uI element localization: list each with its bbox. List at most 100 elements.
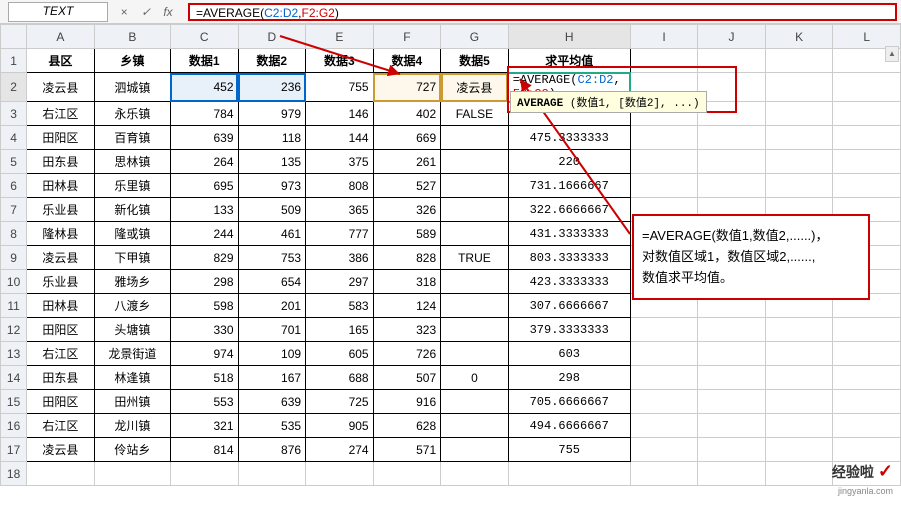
cell[interactable] [441, 414, 509, 438]
row-header[interactable]: 15 [1, 390, 27, 414]
col-header-G[interactable]: G [441, 25, 509, 49]
cell[interactable]: 973 [238, 174, 306, 198]
cell[interactable]: 伶站乡 [94, 438, 170, 462]
cell[interactable]: 321 [170, 414, 238, 438]
cell[interactable]: 林逢镇 [94, 366, 170, 390]
cell[interactable]: 乐业县 [27, 198, 95, 222]
avg-cell[interactable]: 379.3333333 [508, 318, 630, 342]
cell[interactable]: 雅场乡 [94, 270, 170, 294]
cell[interactable]: FALSE [441, 102, 509, 126]
fx-icon[interactable]: fx [160, 5, 176, 19]
cell[interactable]: 龙川镇 [94, 414, 170, 438]
cell[interactable]: 274 [306, 438, 374, 462]
cell[interactable] [765, 73, 833, 102]
col-header-D[interactable]: D [238, 25, 306, 49]
row-header[interactable]: 8 [1, 222, 27, 246]
cell[interactable]: 田东县 [27, 150, 95, 174]
col-header-L[interactable]: L [833, 25, 901, 49]
cell[interactable]: 639 [238, 390, 306, 414]
cell[interactable] [630, 150, 698, 174]
cell[interactable]: 244 [170, 222, 238, 246]
row-header[interactable]: 7 [1, 198, 27, 222]
cell[interactable] [238, 462, 306, 486]
cell[interactable]: 583 [306, 294, 374, 318]
cell[interactable]: 589 [373, 222, 441, 246]
cell[interactable]: 109 [238, 342, 306, 366]
cell[interactable]: 田阳区 [27, 126, 95, 150]
cell[interactable] [441, 438, 509, 462]
cell[interactable]: 323 [373, 318, 441, 342]
cell[interactable] [698, 174, 766, 198]
cell[interactable]: 979 [238, 102, 306, 126]
cell[interactable]: 814 [170, 438, 238, 462]
cell[interactable] [630, 414, 698, 438]
header-cell[interactable]: 乡镇 [94, 49, 170, 73]
cell[interactable] [698, 366, 766, 390]
cell[interactable] [833, 390, 901, 414]
cell[interactable]: 百育镇 [94, 126, 170, 150]
cancel-icon[interactable]: × [116, 5, 132, 19]
cell[interactable]: 146 [306, 102, 374, 126]
formula-input[interactable]: =AVERAGE(C2:D2,F2:G2) [188, 3, 897, 21]
cell[interactable]: 右江区 [27, 342, 95, 366]
cell[interactable]: 236 [238, 73, 306, 102]
col-header-J[interactable]: J [698, 25, 766, 49]
cell[interactable]: 264 [170, 150, 238, 174]
confirm-icon[interactable]: ✓ [138, 5, 154, 19]
cell[interactable]: 695 [170, 174, 238, 198]
cell[interactable] [765, 366, 833, 390]
cell[interactable] [94, 462, 170, 486]
cell[interactable]: 326 [373, 198, 441, 222]
cell[interactable]: 201 [238, 294, 306, 318]
cell[interactable] [170, 462, 238, 486]
row-header[interactable]: 2 [1, 73, 27, 102]
cell[interactable]: 右江区 [27, 102, 95, 126]
cell[interactable] [630, 174, 698, 198]
cell[interactable]: 916 [373, 390, 441, 414]
cell[interactable]: 右江区 [27, 414, 95, 438]
cell[interactable]: 田阳区 [27, 390, 95, 414]
cell[interactable] [833, 318, 901, 342]
cell[interactable]: 133 [170, 198, 238, 222]
cell[interactable]: 725 [306, 390, 374, 414]
avg-cell[interactable]: 755 [508, 438, 630, 462]
cell[interactable]: 乐业县 [27, 270, 95, 294]
col-header-I[interactable]: I [630, 25, 698, 49]
avg-cell[interactable]: 423.3333333 [508, 270, 630, 294]
cell[interactable]: TRUE [441, 246, 509, 270]
cell[interactable]: 八渡乡 [94, 294, 170, 318]
cell[interactable]: 553 [170, 390, 238, 414]
header-cell[interactable]: 数据4 [373, 49, 441, 73]
cell[interactable] [630, 126, 698, 150]
col-header-A[interactable]: A [27, 25, 95, 49]
cell[interactable]: 784 [170, 102, 238, 126]
cell[interactable]: 829 [170, 246, 238, 270]
cell[interactable] [306, 462, 374, 486]
cell[interactable]: 167 [238, 366, 306, 390]
cell[interactable]: 261 [373, 150, 441, 174]
cell[interactable]: 118 [238, 126, 306, 150]
cell[interactable] [833, 174, 901, 198]
cell[interactable]: 135 [238, 150, 306, 174]
cell[interactable] [833, 73, 901, 102]
cell[interactable]: 571 [373, 438, 441, 462]
cell[interactable]: 田州镇 [94, 390, 170, 414]
cell[interactable]: 639 [170, 126, 238, 150]
header-cell[interactable]: 数据1 [170, 49, 238, 73]
cell[interactable]: 田东县 [27, 366, 95, 390]
cell[interactable]: 527 [373, 174, 441, 198]
cell[interactable]: 144 [306, 126, 374, 150]
cell[interactable] [441, 198, 509, 222]
cell[interactable] [765, 438, 833, 462]
avg-cell[interactable]: 603 [508, 342, 630, 366]
cell[interactable] [765, 318, 833, 342]
cell[interactable]: 461 [238, 222, 306, 246]
cell[interactable] [833, 414, 901, 438]
cell[interactable]: 田林县 [27, 294, 95, 318]
cell[interactable]: 318 [373, 270, 441, 294]
cell[interactable]: 808 [306, 174, 374, 198]
cell[interactable] [441, 174, 509, 198]
row-header[interactable]: 16 [1, 414, 27, 438]
cell[interactable] [833, 150, 901, 174]
header-cell[interactable]: 数据5 [441, 49, 509, 73]
